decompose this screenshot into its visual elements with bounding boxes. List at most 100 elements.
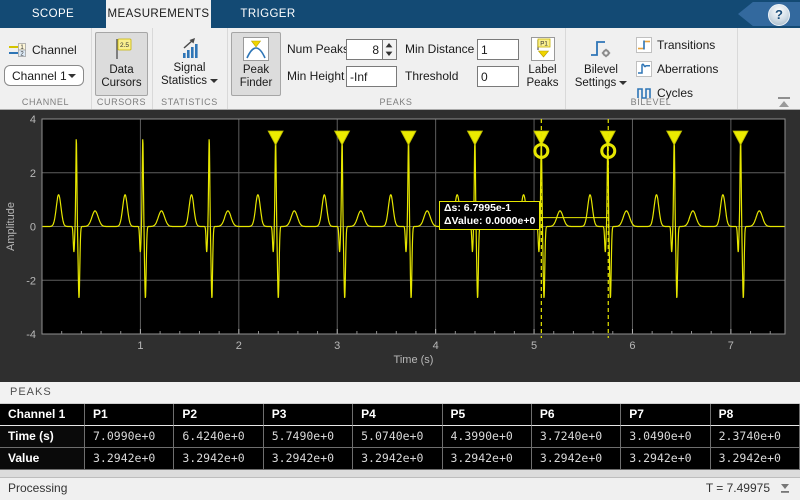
peak-value-cell: 6.4240e+0 <box>174 426 264 448</box>
num-peaks-stepper[interactable] <box>383 39 397 60</box>
svg-text:2.5: 2.5 <box>119 42 128 49</box>
y-tick-label: 4 <box>30 114 36 126</box>
peak-value-cell: 3.0490e+0 <box>621 426 711 448</box>
bilevel-settings-button[interactable]: Bilevel Settings <box>571 32 631 96</box>
peak-value-cell: 3.2942e+0 <box>621 448 711 470</box>
status-bar: Processing T = 7.49975 <box>0 477 800 500</box>
aberrations-button[interactable]: Aberrations <box>636 59 718 79</box>
cursor-delta-tooltip[interactable]: Δs: 6.7995e-1 ΔValue: 0.0000e+0 <box>439 201 541 230</box>
peaks-panel-title: PEAKS <box>10 386 52 398</box>
waveform-plot: 1 2 3 4 5 6 7 -4 -2 0 2 4 Time (s) Amplitude <box>5 114 786 366</box>
x-tick-label: 7 <box>728 340 734 352</box>
row-label: Value <box>0 448 85 470</box>
section-peaks: Peak Finder Num Peaks Min Height Min Dis… <box>227 28 566 109</box>
transitions-button[interactable]: Transitions <box>636 35 715 55</box>
section-label-bilevel: BILEVEL <box>630 97 672 107</box>
x-tick-label: 1 <box>137 340 143 352</box>
peak-column-header: P6 <box>531 404 622 426</box>
data-cursors-button[interactable]: 2.5 Data Cursors <box>95 32 148 96</box>
transitions-label: Transitions <box>657 38 716 52</box>
label-peaks-label: Label Peaks <box>526 64 559 89</box>
peak-column-header: P7 <box>621 404 711 426</box>
section-label-cursors: CURSORS <box>96 97 147 107</box>
section-channel: 1 2 Channel Channel 1 CHANNEL <box>0 28 92 109</box>
status-processing: Processing <box>8 481 68 495</box>
tab-scope[interactable]: SCOPE <box>15 0 91 28</box>
aberrations-label: Aberrations <box>657 62 719 76</box>
signal-statistics-button[interactable]: Signal Statistics <box>156 32 223 96</box>
svg-text:P1: P1 <box>540 40 548 47</box>
peak-value-cell: 3.2942e+0 <box>531 448 622 470</box>
section-statistics: Signal Statistics STATISTICS <box>152 28 228 109</box>
peak-column-header: P8 <box>710 404 800 426</box>
num-peaks-label: Num Peaks <box>287 42 350 56</box>
peak-column-header: P4 <box>353 404 443 426</box>
label-peaks-button[interactable]: P1 Label Peaks <box>522 32 563 96</box>
channel-dropdown-value: Channel 1 <box>12 69 67 83</box>
collapse-toolstrip-button[interactable] <box>775 96 793 110</box>
channel-dropdown[interactable]: Channel 1 <box>4 65 84 86</box>
channel-icon: 1 2 <box>9 43 26 58</box>
peak-value-cell: 3.2942e+0 <box>85 448 175 470</box>
x-tick-label: 3 <box>334 340 340 352</box>
peak-column-header: P2 <box>174 404 264 426</box>
bilevel-settings-label: Bilevel Settings <box>574 64 618 89</box>
data-cursors-label: Data Cursors <box>101 64 142 89</box>
min-height-label: Min Height <box>287 69 345 83</box>
peak-value-cell: 5.0740e+0 <box>353 426 443 448</box>
peak-value-cell: 3.7240e+0 <box>531 426 622 448</box>
y-tick-label: 0 <box>30 222 36 234</box>
row-label: Time (s) <box>0 426 85 448</box>
num-peaks-input[interactable] <box>346 39 383 60</box>
section-label-statistics: STATISTICS <box>161 97 218 107</box>
section-cursors: 2.5 Data Cursors CURSORS <box>91 28 153 109</box>
tab-measurements[interactable]: MEASUREMENTS <box>106 0 211 28</box>
transitions-icon <box>636 37 652 53</box>
peaks-table: Channel 1 P1 P2 P3 P4 P5 P6 P7 P8 Time (s) 7.0990e… <box>0 404 800 470</box>
cursor-delta-time: Δs: 6.7995e-1 <box>444 202 512 214</box>
min-distance-input[interactable] <box>477 39 519 60</box>
chevron-down-icon <box>619 80 628 85</box>
peak-column-header: P5 <box>442 404 532 426</box>
x-axis-label: Time (s) <box>394 354 434 366</box>
collapse-up-icon <box>778 97 790 107</box>
peak-column-header: P1 <box>85 404 175 426</box>
threshold-input[interactable] <box>477 66 519 87</box>
x-tick-label: 6 <box>629 340 635 352</box>
spinner-arrows-icon <box>385 43 393 56</box>
aberrations-icon <box>636 61 652 77</box>
peaks-panel-header[interactable]: PEAKS <box>0 382 800 404</box>
cursor-delta-value: ΔValue: 0.0000e+0 <box>444 215 536 227</box>
tab-trigger[interactable]: TRIGGER <box>226 0 310 28</box>
horizontal-scrollbar[interactable] <box>0 470 800 477</box>
min-height-input[interactable] <box>346 66 397 87</box>
channel-column-header: Channel 1 <box>0 404 85 426</box>
table-row: Value 3.2942e+0 3.2942e+0 3.2942e+0 3.2942e+… <box>0 448 800 470</box>
peak-value-cell: 3.2942e+0 <box>353 448 443 470</box>
bilevel-settings-icon <box>591 41 611 58</box>
x-tick-label: 4 <box>433 340 439 352</box>
help-icon[interactable]: ? <box>768 4 790 26</box>
channel-selector-label: 1 2 Channel <box>7 41 77 59</box>
peak-value-cell: 3.2942e+0 <box>263 448 354 470</box>
peak-finder-button[interactable]: Peak Finder <box>231 32 281 96</box>
y-tick-label: -2 <box>26 275 36 287</box>
jump-to-end-icon[interactable] <box>778 483 792 498</box>
peak-column-header: P3 <box>263 404 354 426</box>
y-axis-label: Amplitude <box>5 202 17 251</box>
peak-finder-label: Peak Finder <box>239 64 273 89</box>
peak-value-cell: 5.7490e+0 <box>263 426 354 448</box>
peak-value-cell: 3.2942e+0 <box>442 448 532 470</box>
y-tick-label: -4 <box>26 329 36 341</box>
signal-statistics-icon <box>182 38 198 58</box>
x-tick-label: 5 <box>531 340 537 352</box>
chevron-down-icon <box>210 78 218 83</box>
table-row: Time (s) 7.0990e+0 6.4240e+0 5.7490e+0 5.074… <box>0 426 800 448</box>
y-tick-label: 2 <box>30 168 36 180</box>
threshold-label: Threshold <box>405 69 459 83</box>
x-tick-label: 2 <box>236 340 242 352</box>
peak-value-cell: 3.2942e+0 <box>710 448 800 470</box>
scope-window: SCOPE MEASUREMENTS TRIGGER ? 1 2 Channel… <box>0 0 800 500</box>
section-label-peaks: PEAKS <box>379 97 413 107</box>
peak-value-cell: 4.3990e+0 <box>442 426 532 448</box>
